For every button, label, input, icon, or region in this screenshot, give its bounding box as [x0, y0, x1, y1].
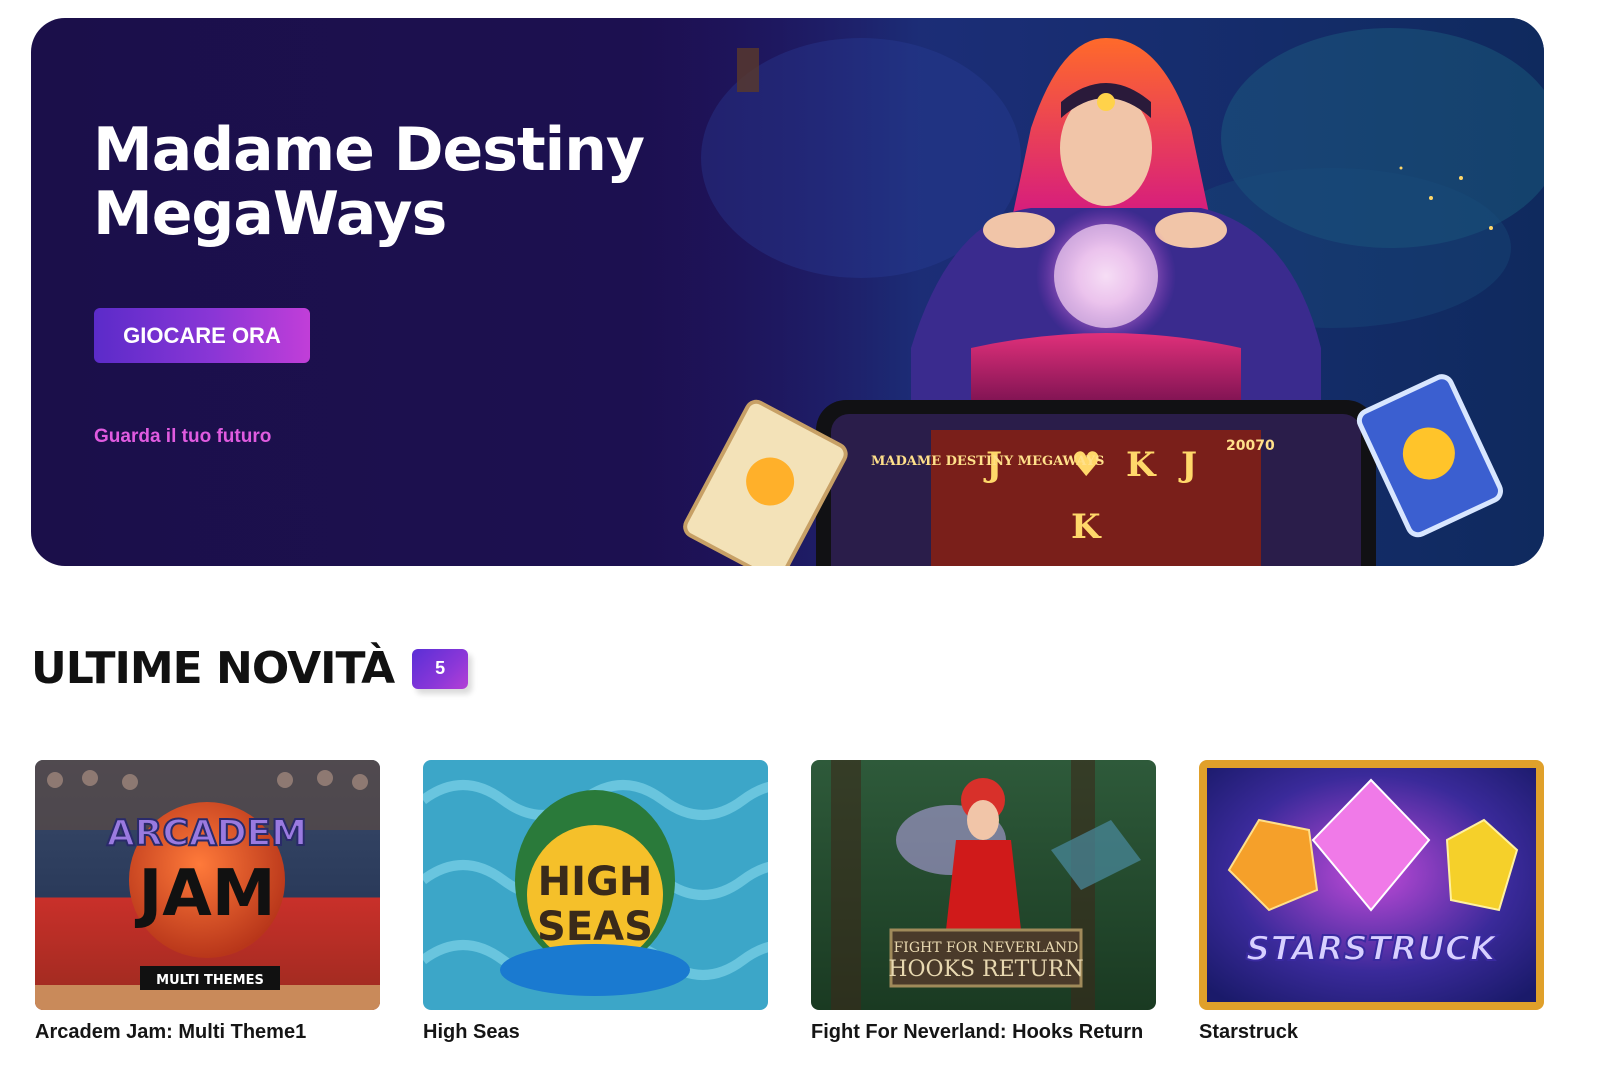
svg-text:K: K	[1071, 507, 1102, 547]
arcadem-logo-main: JAM	[134, 857, 275, 931]
hero-artwork: J ♥ K J K MADAME DESTINY MEGAWAYS 20070	[651, 18, 1544, 566]
neverland-logo-top: FIGHT FOR NEVERLAND	[894, 940, 1079, 956]
game-card-starstruck[interactable]: STARSTRUCK Starstruck	[1199, 760, 1544, 1045]
starstruck-logo: STARSTRUCK	[1246, 929, 1499, 969]
neverland-logo-main: HOOKS RETURN	[888, 957, 1083, 982]
game-card-fight-for-neverland[interactable]: FIGHT FOR NEVERLAND HOOKS RETURN Fight F…	[811, 760, 1156, 1045]
hero-tagline: Guarda il tuo futuro	[94, 426, 272, 447]
game-title[interactable]: Arcadem Jam: Multi Theme1	[35, 1020, 380, 1045]
game-card-high-seas[interactable]: HIGH SEAS High Seas	[423, 760, 768, 1045]
play-now-button[interactable]: GIOCARE ORA	[94, 308, 310, 363]
game-title[interactable]: Fight For Neverland: Hooks Return	[811, 1020, 1156, 1045]
game-title[interactable]: Starstruck	[1199, 1020, 1544, 1045]
game-thumbnail[interactable]: STARSTRUCK	[1199, 760, 1544, 1010]
game-thumbnail[interactable]: ARCADEM JAM MULTI THEMES	[35, 760, 380, 1010]
game-card-arcadem-jam[interactable]: ARCADEM JAM MULTI THEMES Arcadem Jam: Mu…	[35, 760, 380, 1045]
phone-screen-counter: 20070	[1226, 438, 1275, 454]
section-title: ULTIME NOVITÀ	[31, 643, 395, 694]
arcadem-logo-sub: MULTI THEMES	[156, 973, 264, 988]
hero-banner[interactable]: J ♥ K J K MADAME DESTINY MEGAWAYS 20070 …	[31, 18, 1544, 566]
hero-title-line-2: MegaWays	[93, 179, 447, 249]
count-badge: 5	[412, 648, 469, 689]
game-thumbnail[interactable]: HIGH SEAS	[423, 760, 768, 1010]
svg-text:J: J	[1178, 445, 1197, 485]
latest-news-header: ULTIME NOVITÀ 5	[31, 643, 469, 694]
high-seas-logo-main: SEAS	[537, 904, 653, 950]
arcadem-logo-top: ARCADEM	[107, 813, 307, 854]
high-seas-logo-top: HIGH	[538, 859, 653, 905]
game-card-list: ARCADEM JAM MULTI THEMES Arcadem Jam: Mu…	[35, 760, 1545, 1060]
hero-title-line-1: Madame Destiny	[93, 115, 645, 185]
phone-screen-logo: MADAME DESTINY MEGAWAYS	[871, 454, 1104, 469]
svg-text:K: K	[1126, 445, 1157, 485]
hero-title: Madame Destiny MegaWays	[93, 118, 653, 246]
game-thumbnail[interactable]: FIGHT FOR NEVERLAND HOOKS RETURN	[811, 760, 1156, 1010]
game-title[interactable]: High Seas	[423, 1020, 768, 1045]
